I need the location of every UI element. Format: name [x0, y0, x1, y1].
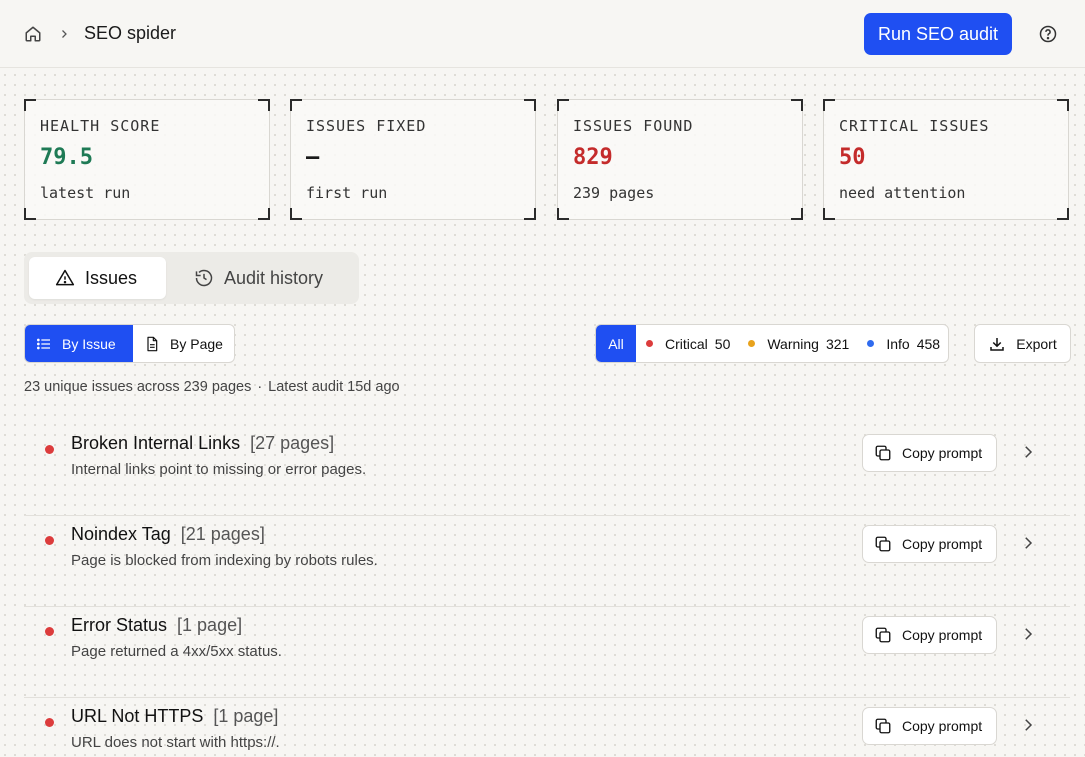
run-seo-audit-button[interactable]: Run SEO audit	[864, 13, 1012, 55]
filter-info[interactable]: Info 458	[857, 336, 948, 352]
copy-prompt-button[interactable]: Copy prompt	[862, 434, 997, 472]
warning-triangle-icon	[55, 269, 75, 286]
filter-label: Warning	[767, 335, 819, 352]
copy-prompt-label: Copy prompt	[902, 536, 983, 552]
critical-dot-icon	[45, 536, 54, 545]
chevron-right-icon	[58, 28, 70, 40]
issue-page-count: [21 pages]	[180, 524, 265, 544]
tab-issues[interactable]: Issues	[29, 257, 166, 299]
severity-filter: All Critical 50 Warning 321 Info 458	[595, 324, 950, 363]
list-icon	[37, 338, 50, 349]
issue-description: Page returned a 4xx/5xx status.	[71, 643, 282, 660]
stat-value: 79.5	[40, 145, 93, 170]
tab-audit-history[interactable]: Audit history	[168, 257, 341, 299]
critical-dot-icon	[45, 718, 54, 727]
filter-label: Critical	[665, 335, 708, 352]
stat-subtext: latest run	[40, 184, 131, 202]
issue-description: Page is blocked from indexing by robots …	[71, 552, 378, 569]
critical-dot-icon	[646, 340, 653, 347]
view-toggle: By Issue By Page	[24, 324, 235, 363]
download-icon	[990, 337, 1005, 351]
stat-label: HEALTH SCORE	[40, 117, 161, 135]
copy-icon	[875, 718, 891, 734]
copy-prompt-button[interactable]: Copy prompt	[862, 616, 997, 654]
issues-summary: 23 unique issues across 239 pages · Latest…	[24, 379, 400, 395]
filter-all[interactable]: All	[596, 325, 636, 362]
by-issue-button[interactable]: By Issue	[25, 325, 133, 362]
issue-title: Error Status	[71, 615, 168, 635]
by-issue-label: By Issue	[62, 335, 116, 352]
filter-count: 458	[916, 335, 941, 352]
summary-audit-text: Latest audit 15d ago	[268, 379, 400, 395]
summary-issues-text: 23 unique issues across 239 pages	[24, 379, 252, 395]
export-button[interactable]: Export	[974, 324, 1071, 363]
critical-dot-icon	[45, 445, 54, 454]
copy-prompt-button[interactable]: Copy prompt	[862, 525, 997, 563]
copy-prompt-label: Copy prompt	[902, 627, 983, 643]
issue-title: URL Not HTTPS	[71, 706, 204, 726]
page-title: SEO spider	[84, 23, 177, 43]
issue-row[interactable]: URL Not HTTPS [1 page] URL does not start…	[24, 698, 1070, 757]
filter-count: 50	[714, 335, 731, 352]
warning-dot-icon	[748, 340, 756, 347]
stat-value: —	[306, 145, 320, 170]
info-dot-icon	[867, 340, 875, 347]
tab-label: Issues	[85, 267, 138, 288]
stat-label: ISSUES FOUND	[573, 117, 694, 135]
copy-icon	[875, 445, 891, 461]
copy-prompt-label: Copy prompt	[902, 718, 983, 734]
issue-title: Noindex Tag	[71, 524, 171, 544]
stat-value: 50	[839, 145, 866, 170]
help-circle-icon[interactable]	[1038, 24, 1058, 44]
chevron-right-icon[interactable]	[1019, 443, 1037, 461]
stat-label: ISSUES FIXED	[306, 117, 427, 135]
issues-found-card: ISSUES FOUND 829 239 pages	[557, 99, 803, 220]
issue-description: Internal links point to missing or error…	[71, 461, 367, 478]
filter-label: Info	[886, 335, 910, 352]
issues-fixed-card: ISSUES FIXED — first run	[290, 99, 536, 220]
chevron-right-icon[interactable]	[1019, 716, 1037, 734]
filter-count: 321	[825, 335, 850, 352]
issue-row[interactable]: Error Status [1 page] Page returned a 4xx…	[24, 607, 1070, 698]
issue-row[interactable]: Noindex Tag [21 pages] Page is blocked fr…	[24, 516, 1070, 607]
tab-label: Audit history	[224, 267, 324, 288]
issue-description: URL does not start with https://.	[71, 734, 280, 751]
stat-subtext: 239 pages	[573, 184, 655, 202]
copy-prompt-button[interactable]: Copy prompt	[862, 707, 997, 745]
chevron-right-icon[interactable]	[1019, 534, 1037, 552]
copy-icon	[875, 627, 891, 643]
by-page-label: By Page	[170, 335, 223, 352]
copy-icon	[875, 536, 891, 552]
filter-critical[interactable]: Critical 50	[636, 336, 738, 352]
critical-dot-icon	[45, 627, 54, 636]
copy-prompt-label: Copy prompt	[902, 445, 983, 461]
document-icon	[147, 336, 158, 351]
stat-label: CRITICAL ISSUES	[839, 117, 990, 135]
issue-page-count: [1 page]	[213, 706, 279, 726]
history-icon	[195, 269, 213, 287]
export-label: Export	[1016, 335, 1057, 352]
issue-page-count: [1 page]	[177, 615, 243, 635]
stat-value: 829	[573, 145, 613, 170]
filter-warning[interactable]: Warning 321	[738, 336, 857, 352]
critical-issues-card: CRITICAL ISSUES 50 need attention	[823, 99, 1069, 220]
health-score-card: HEALTH SCORE 79.5 latest run	[24, 99, 270, 220]
issue-page-count: [27 pages]	[250, 433, 335, 453]
stat-subtext: need attention	[839, 184, 966, 202]
chevron-right-icon[interactable]	[1019, 625, 1037, 643]
issue-row[interactable]: Broken Internal Links [27 pages] Internal…	[24, 425, 1070, 516]
by-page-button[interactable]: By Page	[133, 325, 234, 362]
stat-subtext: first run	[306, 184, 388, 202]
issue-title: Broken Internal Links	[71, 433, 241, 453]
home-icon[interactable]	[24, 25, 42, 43]
main-tabs: Issues Audit history	[24, 252, 359, 304]
